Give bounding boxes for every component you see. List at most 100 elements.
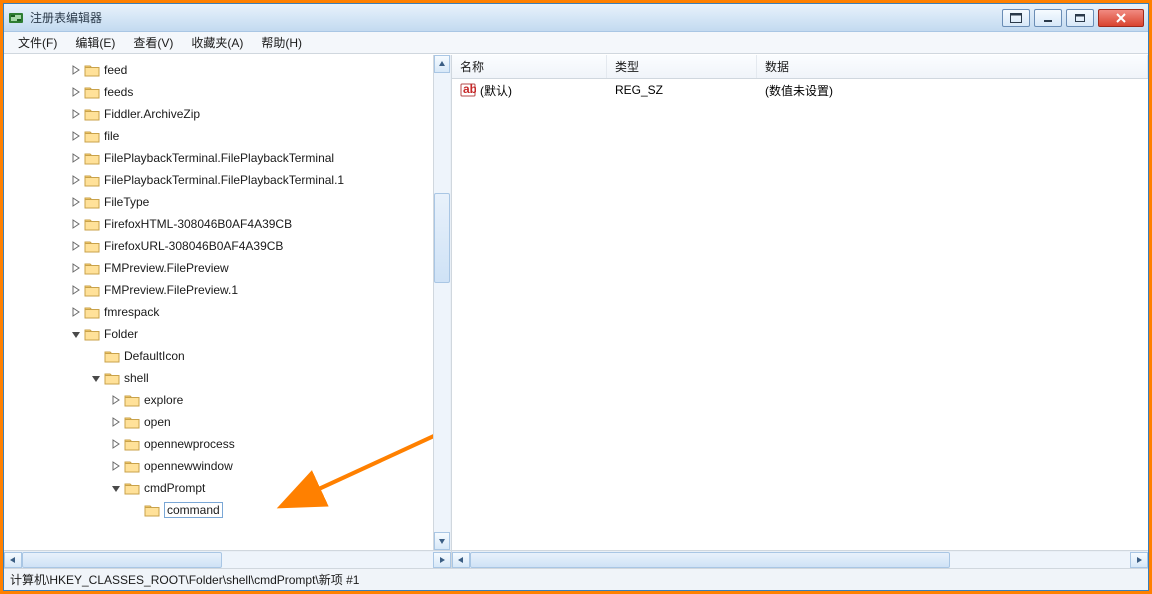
tree-horizontal-scrollbar[interactable] — [4, 550, 451, 568]
expander-closed-icon[interactable] — [70, 240, 82, 252]
folder-icon — [84, 305, 100, 319]
tree-item-label[interactable]: command — [164, 502, 223, 518]
tree-scroll-thumb[interactable] — [434, 193, 450, 283]
expander-closed-icon[interactable] — [70, 86, 82, 98]
folder-icon — [84, 239, 100, 253]
column-type[interactable]: 类型 — [607, 55, 757, 78]
expander-closed-icon[interactable] — [70, 130, 82, 142]
tree-item[interactable]: file — [4, 125, 433, 147]
window-title: 注册表编辑器 — [30, 9, 1002, 26]
scroll-right-button[interactable] — [1130, 552, 1148, 568]
titlebar: 注册表编辑器 — [4, 4, 1148, 32]
tree-item-label: Fiddler.ArchiveZip — [104, 107, 200, 121]
expander-closed-icon[interactable] — [70, 196, 82, 208]
values-horizontal-scrollbar[interactable] — [452, 550, 1148, 568]
menu-file[interactable]: 文件(F) — [10, 32, 65, 53]
values-list[interactable]: ab (默认) REG_SZ (数值未设置) — [452, 79, 1148, 550]
scroll-left-button[interactable] — [452, 552, 470, 568]
tree-item[interactable]: FirefoxHTML-308046B0AF4A39CB — [4, 213, 433, 235]
scroll-left-button[interactable] — [4, 552, 22, 568]
expander-closed-icon[interactable] — [70, 284, 82, 296]
values-header: 名称 类型 数据 — [452, 55, 1148, 79]
tree-item[interactable]: command — [4, 499, 433, 521]
menu-view[interactable]: 查看(V) — [125, 32, 181, 53]
folder-icon — [124, 393, 140, 407]
tree-item[interactable]: DefaultIcon — [4, 345, 433, 367]
tree-item-label: FilePlaybackTerminal.FilePlaybackTermina… — [104, 151, 334, 165]
tree-vertical-scrollbar[interactable] — [433, 55, 451, 550]
menu-favorites[interactable]: 收藏夹(A) — [183, 32, 251, 53]
tree-item-label: explore — [144, 393, 183, 407]
tree-item[interactable]: FirefoxURL-308046B0AF4A39CB — [4, 235, 433, 257]
tree-item[interactable]: fmrespack — [4, 301, 433, 323]
folder-icon — [84, 107, 100, 121]
column-name[interactable]: 名称 — [452, 55, 607, 78]
tree-item[interactable]: FilePlaybackTerminal.FilePlaybackTermina… — [4, 147, 433, 169]
scroll-up-button[interactable] — [434, 55, 450, 73]
scroll-down-button[interactable] — [434, 532, 450, 550]
expander-open-icon[interactable] — [70, 328, 82, 340]
tree-item-label: shell — [124, 371, 149, 385]
folder-icon — [84, 195, 100, 209]
folder-icon — [104, 371, 120, 385]
tree-item[interactable]: FilePlaybackTerminal.FilePlaybackTermina… — [4, 169, 433, 191]
tree-item[interactable]: FMPreview.FilePreview — [4, 257, 433, 279]
folder-icon — [84, 63, 100, 77]
expander-closed-icon[interactable] — [110, 416, 122, 428]
value-name: (默认) — [480, 82, 512, 99]
expander-closed-icon[interactable] — [110, 394, 122, 406]
folder-icon — [124, 481, 140, 495]
expander-closed-icon[interactable] — [70, 64, 82, 76]
tree-item-label: FileType — [104, 195, 149, 209]
folder-icon — [124, 459, 140, 473]
expander-closed-icon[interactable] — [110, 460, 122, 472]
tree-item[interactable]: FMPreview.FilePreview.1 — [4, 279, 433, 301]
tree-item[interactable]: Folder — [4, 323, 433, 345]
folder-icon — [84, 129, 100, 143]
menu-edit[interactable]: 编辑(E) — [67, 32, 123, 53]
column-data[interactable]: 数据 — [757, 55, 1148, 78]
tree-item[interactable]: feed — [4, 59, 433, 81]
value-type: REG_SZ — [615, 83, 663, 97]
minimize-button[interactable] — [1034, 9, 1062, 27]
tree-item-label: opennewprocess — [144, 437, 235, 451]
tree-item[interactable]: feeds — [4, 81, 433, 103]
string-value-icon: ab — [460, 82, 476, 98]
close-button[interactable] — [1098, 9, 1144, 27]
scroll-right-button[interactable] — [433, 552, 451, 568]
tree-item[interactable]: FileType — [4, 191, 433, 213]
status-path: 计算机\HKEY_CLASSES_ROOT\Folder\shell\cmdPr… — [10, 571, 359, 588]
unknown-window-button[interactable] — [1002, 9, 1030, 27]
tree-item[interactable]: opennewwindow — [4, 455, 433, 477]
expander-closed-icon[interactable] — [70, 174, 82, 186]
expander-closed-icon[interactable] — [70, 306, 82, 318]
tree-item[interactable]: cmdPrompt — [4, 477, 433, 499]
list-item[interactable]: ab (默认) REG_SZ (数值未设置) — [452, 79, 1148, 101]
tree-item-label: cmdPrompt — [144, 481, 205, 495]
statusbar: 计算机\HKEY_CLASSES_ROOT\Folder\shell\cmdPr… — [4, 568, 1148, 590]
expander-closed-icon[interactable] — [110, 438, 122, 450]
value-data: (数值未设置) — [765, 82, 833, 99]
folder-icon — [84, 327, 100, 341]
expander-closed-icon[interactable] — [70, 152, 82, 164]
expander-open-icon[interactable] — [90, 372, 102, 384]
values-hscroll-thumb[interactable] — [470, 552, 950, 568]
registry-tree[interactable]: feed feeds Fiddler.ArchiveZip file FilePlayb… — [4, 55, 433, 521]
expander-none — [90, 350, 102, 362]
expander-closed-icon[interactable] — [70, 262, 82, 274]
expander-closed-icon[interactable] — [70, 218, 82, 230]
tree-item[interactable]: open — [4, 411, 433, 433]
expander-open-icon[interactable] — [110, 482, 122, 494]
tree-item-label: FilePlaybackTerminal.FilePlaybackTermina… — [104, 173, 344, 187]
tree-item[interactable]: explore — [4, 389, 433, 411]
expander-closed-icon[interactable] — [70, 108, 82, 120]
tree-item[interactable]: Fiddler.ArchiveZip — [4, 103, 433, 125]
tree-hscroll-thumb[interactable] — [22, 552, 222, 568]
tree-item-label: feed — [104, 63, 127, 77]
tree-item-label: file — [104, 129, 119, 143]
folder-icon — [144, 503, 160, 517]
menu-help[interactable]: 帮助(H) — [253, 32, 310, 53]
tree-item[interactable]: opennewprocess — [4, 433, 433, 455]
maximize-button[interactable] — [1066, 9, 1094, 27]
tree-item[interactable]: shell — [4, 367, 433, 389]
